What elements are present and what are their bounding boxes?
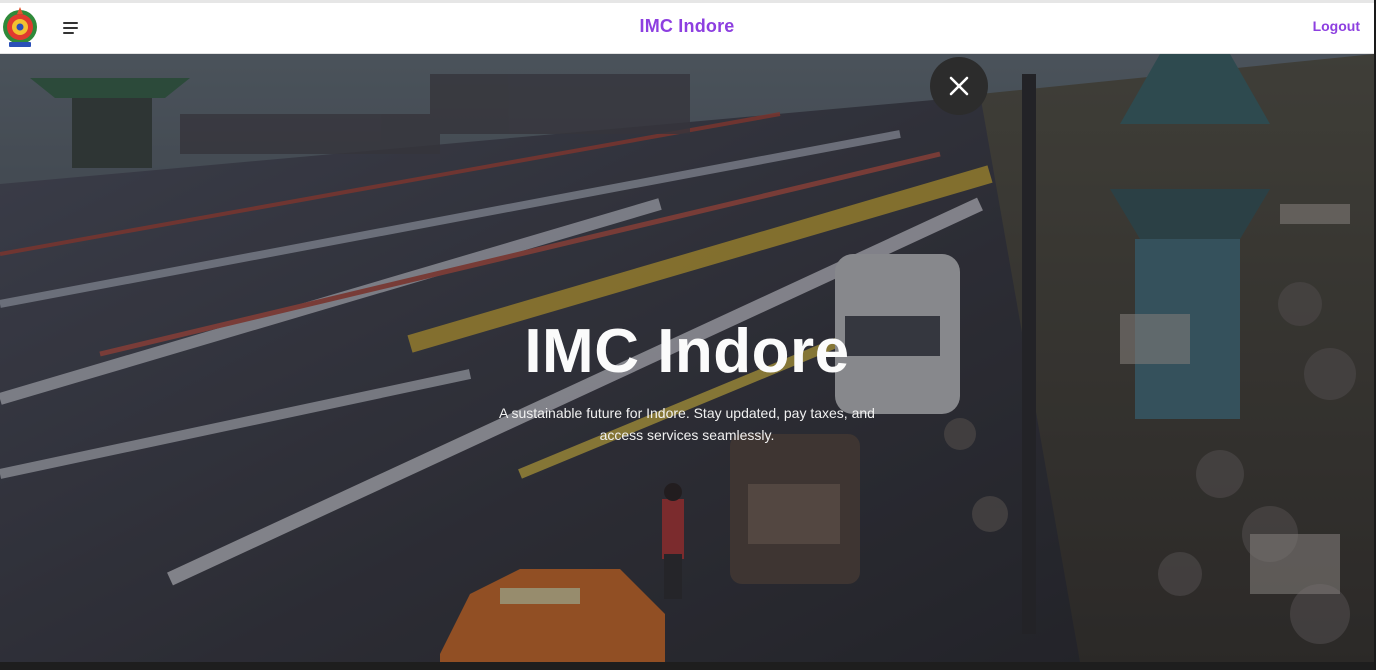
hero-subtitle: A sustainable future for Indore. Stay up… [499, 405, 875, 443]
logout-link[interactable]: Logout [1313, 18, 1360, 34]
header-title: IMC Indore [639, 16, 735, 36]
hero-title: IMC Indore [524, 317, 850, 386]
hero-banner: IMC Indore A sustainable future for Indo… [0, 54, 1374, 662]
top-navbar: IMC Indore Logout [0, 0, 1374, 54]
close-icon [949, 76, 969, 96]
bottom-strip [0, 662, 1376, 670]
close-button[interactable] [930, 57, 988, 115]
